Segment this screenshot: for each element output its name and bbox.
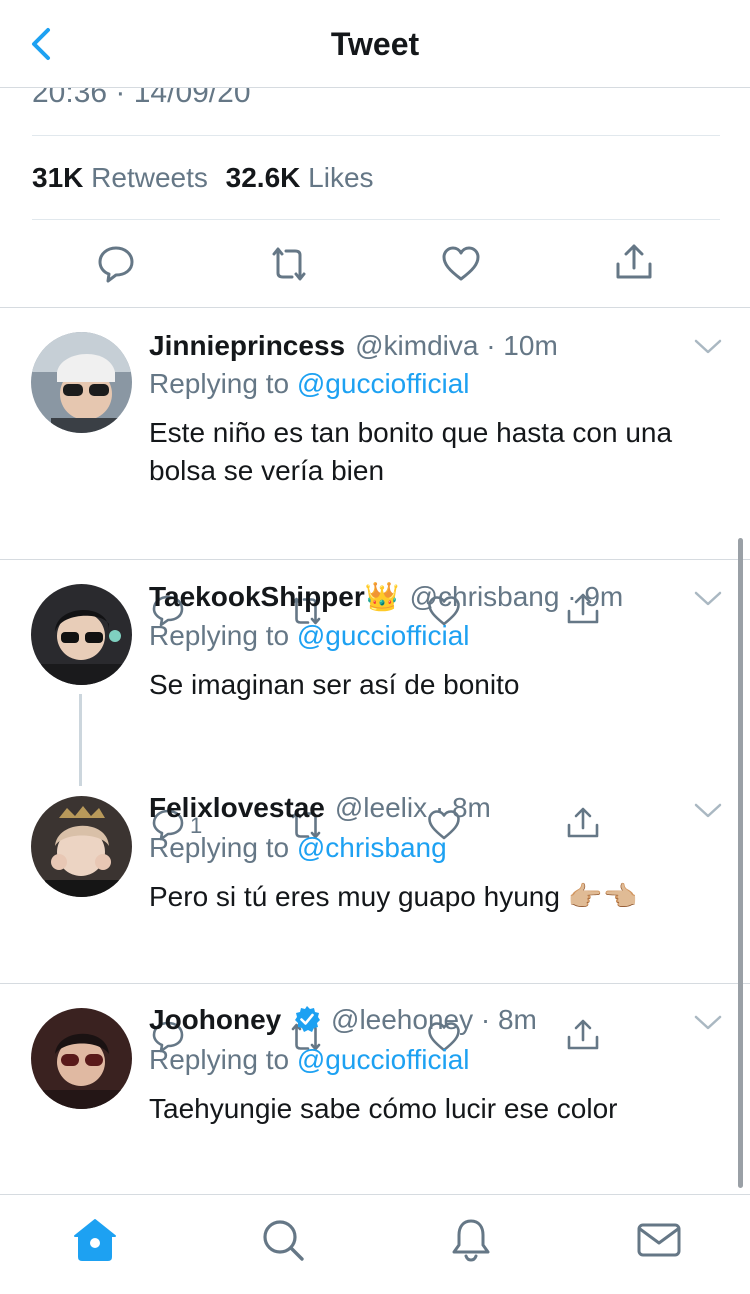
bottom-tab-bar <box>0 1194 750 1294</box>
replying-to-label: Replying to <box>149 1044 290 1075</box>
verified-badge-icon <box>293 1005 321 1040</box>
retweets-count[interactable]: 31K <box>32 162 83 193</box>
home-icon[interactable] <box>72 1217 118 1263</box>
chevron-down-icon[interactable] <box>694 1014 722 1032</box>
mail-icon[interactable] <box>636 1217 682 1263</box>
avatar[interactable] <box>31 332 132 433</box>
retweets-label[interactable]: Retweets <box>91 162 208 193</box>
reply-text: Se imaginan ser así de bonito <box>149 669 520 700</box>
likes-count[interactable]: 32.6K <box>226 162 301 193</box>
top-navigation-bar: Tweet <box>0 0 750 88</box>
chevron-down-icon[interactable] <box>694 338 722 356</box>
share-icon[interactable] <box>614 242 654 282</box>
tweet-timestamp: 20:36 · 14/09/20 <box>32 88 251 109</box>
handle-and-time: @leehoney · 8m <box>331 1004 537 1035</box>
display-name[interactable]: Joohoney <box>149 1004 281 1035</box>
tweet-stats: 31K Retweets 32.6K Likes <box>32 162 374 194</box>
chevron-down-icon[interactable] <box>694 802 722 820</box>
avatar[interactable] <box>31 796 132 897</box>
heart-icon[interactable] <box>441 244 481 284</box>
replying-to: Replying to @chrisbang <box>149 832 447 864</box>
mention-link[interactable]: @gucciofficial <box>297 368 470 399</box>
display-name[interactable]: Jinnieprincess <box>149 330 345 361</box>
replying-to-label: Replying to <box>149 620 290 651</box>
replying-to: Replying to @gucciofficial <box>149 368 470 400</box>
reply-header: Joohoney @leehoney · 8m <box>149 1004 537 1040</box>
divider <box>32 135 720 136</box>
display-name[interactable]: TaekookShipper👑 <box>149 581 400 612</box>
handle-and-time: @leelix · 8m <box>334 792 491 823</box>
retweet-icon[interactable] <box>268 244 308 284</box>
tweet-detail: 20:36 · 14/09/20 31K Retweets 32.6K Like… <box>0 88 750 1194</box>
chevron-down-icon[interactable] <box>694 590 722 608</box>
reply-header: TaekookShipper👑 @chrisbang · 9m <box>149 580 623 613</box>
tweet-action-bar <box>0 240 750 306</box>
scrollbar[interactable] <box>738 538 743 1188</box>
divider <box>0 983 750 984</box>
replying-to: Replying to @gucciofficial <box>149 1044 470 1076</box>
divider <box>0 559 750 560</box>
reply-text: Taehyungie sabe cómo lucir ese color <box>149 1093 618 1124</box>
share-icon[interactable] <box>566 1018 600 1052</box>
page-title: Tweet <box>330 26 420 62</box>
divider <box>32 219 720 220</box>
replying-to: Replying to @gucciofficial <box>149 620 470 652</box>
divider <box>0 307 750 308</box>
bell-icon[interactable] <box>448 1217 494 1263</box>
handle-and-time: @kimdiva · 10m <box>355 330 558 361</box>
avatar[interactable] <box>31 584 132 685</box>
reply-text: Este niño es tan bonito que hasta con un… <box>149 417 673 486</box>
reply-header: Felixlovestae @leelix · 8m <box>149 792 491 824</box>
replying-to-label: Replying to <box>149 368 290 399</box>
reply-header: Jinnieprincess @kimdiva · 10m <box>149 330 558 362</box>
replying-to-label: Replying to <box>149 832 290 863</box>
reply-text: Pero si tú eres muy guapo hyung 👉🏼👈🏼 <box>149 881 638 912</box>
mention-link[interactable]: @chrisbang <box>297 832 447 863</box>
mention-link[interactable]: @gucciofficial <box>297 1044 470 1075</box>
reply-icon[interactable] <box>96 244 136 284</box>
avatar[interactable] <box>31 1008 132 1109</box>
likes-label[interactable]: Likes <box>308 162 373 193</box>
thread-connector <box>79 694 82 786</box>
mention-link[interactable]: @gucciofficial <box>297 620 470 651</box>
display-name[interactable]: Felixlovestae <box>149 792 325 823</box>
handle-and-time: @chrisbang · 9m <box>409 581 624 612</box>
search-icon[interactable] <box>260 1217 306 1263</box>
share-icon[interactable] <box>566 806 600 840</box>
